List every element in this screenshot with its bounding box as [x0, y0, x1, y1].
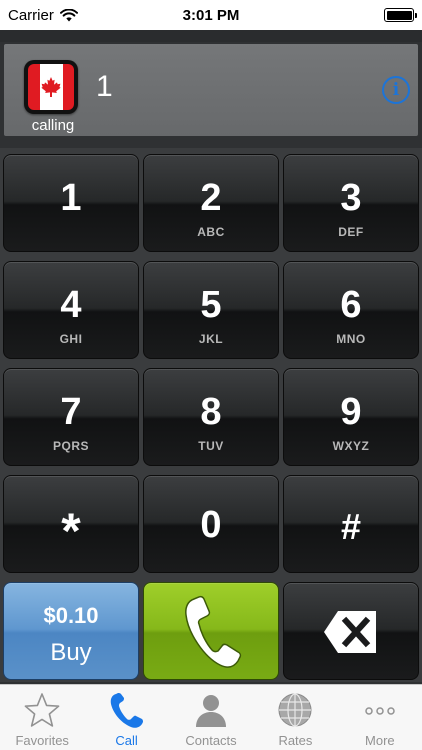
person-icon	[196, 695, 227, 727]
key-4[interactable]: 4 GHI	[3, 261, 139, 359]
key-letters: MNO	[336, 332, 366, 346]
info-icon: i	[392, 80, 400, 100]
buy-credit-button[interactable]: $0.10 Buy	[3, 582, 139, 680]
info-button[interactable]: i	[382, 76, 410, 104]
key-letters: ABC	[197, 225, 225, 239]
backspace-icon	[324, 611, 376, 653]
tab-rates[interactable]: Rates	[253, 685, 337, 750]
maple-leaf-icon	[41, 77, 61, 97]
star-icon	[24, 693, 60, 727]
key-star[interactable]: *	[3, 475, 139, 573]
key-3[interactable]: 3 DEF	[283, 154, 419, 252]
key-letters: PQRS	[52, 439, 89, 453]
dial-display: calling 1 i	[4, 44, 418, 136]
key-digit: 7	[60, 391, 82, 433]
tab-more[interactable]: More	[338, 685, 422, 750]
key-digit: 0	[200, 504, 222, 546]
phone-icon	[185, 595, 242, 668]
key-6[interactable]: 6 MNO	[283, 261, 419, 359]
tab-label: Rates	[278, 733, 313, 748]
key-2[interactable]: 2 ABC	[143, 154, 279, 252]
canada-flag-icon	[28, 64, 74, 110]
calling-label: calling	[31, 117, 75, 134]
key-digit: 8	[200, 391, 222, 433]
phone-icon	[110, 693, 143, 728]
key-digit: 6	[340, 284, 362, 326]
key-digit: 5	[200, 284, 222, 326]
buy-label: Buy	[50, 639, 92, 666]
key-digit: 1	[60, 177, 82, 219]
delete-button[interactable]	[283, 582, 419, 680]
tab-label: Contacts	[185, 733, 237, 748]
key-letters: JKL	[198, 332, 224, 346]
key-5[interactable]: 5 JKL	[143, 261, 279, 359]
tab-label: Favorites	[15, 733, 69, 748]
key-letters: TUV	[198, 439, 224, 453]
key-digit: 4	[60, 284, 82, 326]
key-digit: 3	[340, 177, 362, 219]
tab-label: Call	[115, 733, 138, 748]
key-digit: 9	[340, 391, 362, 433]
carrier-label: Carrier	[8, 6, 54, 24]
key-7[interactable]: 7 PQRS	[3, 368, 139, 466]
keypad: 1 2 ABC 3 DEF 4 GHI 5 JKL 6 MNO 7 PQRS 8…	[0, 148, 422, 682]
call-button[interactable]	[143, 582, 279, 680]
key-digit: *	[61, 503, 81, 559]
key-letters: DEF	[338, 225, 364, 239]
key-8[interactable]: 8 TUV	[143, 368, 279, 466]
wifi-icon	[59, 8, 78, 21]
tab-call[interactable]: Call	[84, 685, 168, 750]
key-digit: #	[340, 506, 362, 547]
key-9[interactable]: 9 WXYZ	[283, 368, 419, 466]
key-0[interactable]: 0	[143, 475, 279, 573]
tab-bar: Favorites Call Contacts Rates More	[0, 684, 422, 750]
key-hash[interactable]: #	[283, 475, 419, 573]
tab-label: More	[365, 733, 395, 748]
battery-icon	[384, 8, 417, 22]
status-bar: Carrier 3:01 PM	[0, 0, 422, 30]
buy-price: $0.10	[43, 603, 99, 628]
globe-icon	[278, 693, 312, 727]
tab-favorites[interactable]: Favorites	[0, 685, 84, 750]
dialed-number: 1	[96, 70, 113, 103]
key-letters: WXYZ	[332, 439, 370, 453]
key-digit: 2	[200, 177, 222, 219]
key-1[interactable]: 1	[3, 154, 139, 252]
key-letters: GHI	[59, 332, 83, 346]
country-selector-button[interactable]	[24, 60, 78, 114]
status-left: Carrier	[8, 7, 78, 24]
tab-contacts[interactable]: Contacts	[169, 685, 253, 750]
battery-level	[386, 10, 412, 20]
more-icon	[365, 707, 395, 715]
top-band	[0, 30, 422, 42]
